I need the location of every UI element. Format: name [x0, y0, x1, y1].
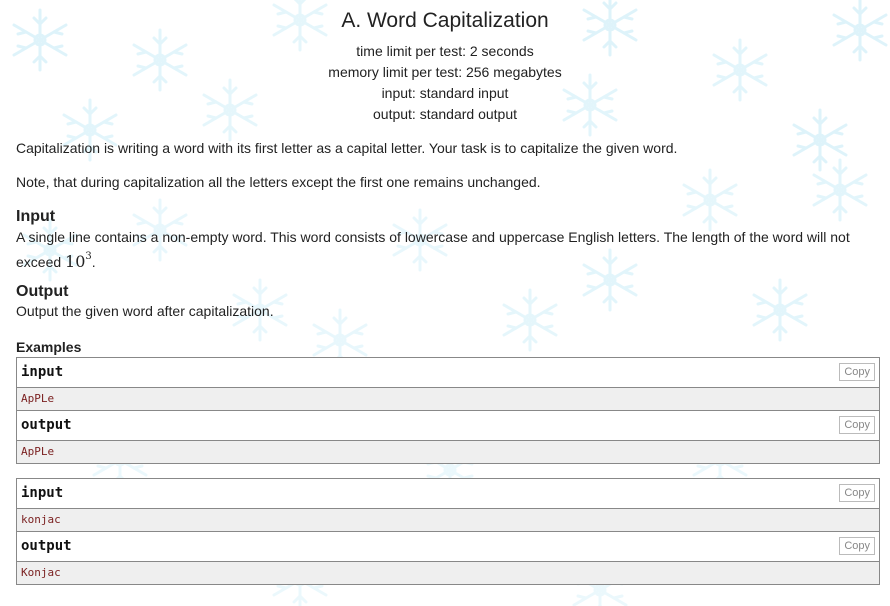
problem-title: A. Word Capitalization [341, 9, 549, 32]
sample-input-title: input [21, 485, 64, 501]
copy-output-button[interactable]: Copy [839, 537, 875, 555]
sample-output-title: output [21, 417, 72, 433]
sample-input-header: input Copy [17, 479, 879, 509]
time-limit: time limit per test: 2 seconds [356, 43, 534, 59]
sample-output-block: output Copy Konjac [17, 532, 879, 584]
sample-input-title: input [21, 364, 64, 380]
copy-input-button[interactable]: Copy [839, 484, 875, 502]
sample-test-1: input Copy ApPLe output Copy ApPLe [16, 357, 880, 464]
output-section-text: Output the given word after capitalizati… [16, 303, 274, 319]
sample-input-block: input Copy konjac [17, 479, 879, 532]
statement-paragraph-1: Capitalization is writing a word with it… [16, 140, 678, 156]
input-text-before: A single line contains a non-empty word.… [16, 229, 850, 270]
sample-test-2: input Copy konjac output Copy Konjac [16, 478, 880, 585]
sample-input-block: input Copy ApPLe [17, 358, 879, 411]
math-limit: 103 [65, 251, 92, 271]
sample-output-body: Konjac [17, 562, 879, 584]
sample-output-body: ApPLe [17, 441, 879, 463]
input-source: input: standard input [381, 85, 509, 101]
examples-label: Examples [16, 339, 82, 355]
input-section-title: Input [16, 208, 56, 225]
statement-paragraph-2: Note, that during capitalization all the… [16, 174, 541, 190]
copy-input-button[interactable]: Copy [839, 363, 875, 381]
sample-output-header: output Copy [17, 532, 879, 562]
sample-input-text: ApPLe [21, 392, 55, 405]
sample-output-title: output [21, 538, 72, 554]
input-section-text: A single line contains a non-empty word.… [16, 227, 876, 272]
memory-limit: memory limit per test: 256 megabytes [328, 64, 562, 80]
sample-input-body: ApPLe [17, 388, 879, 411]
sample-output-text: ApPLe [21, 445, 55, 458]
sample-output-header: output Copy [17, 411, 879, 441]
sample-input-text: konjac [21, 513, 61, 526]
math-base: 10 [65, 252, 86, 271]
output-source: output: standard output [373, 106, 517, 122]
input-text-after: . [91, 254, 96, 270]
copy-output-button[interactable]: Copy [839, 416, 875, 434]
sample-output-text: Konjac [21, 566, 61, 579]
sample-output-block: output Copy ApPLe [17, 411, 879, 463]
output-section-title: Output [16, 283, 69, 300]
sample-input-header: input Copy [17, 358, 879, 388]
sample-input-body: konjac [17, 509, 879, 532]
